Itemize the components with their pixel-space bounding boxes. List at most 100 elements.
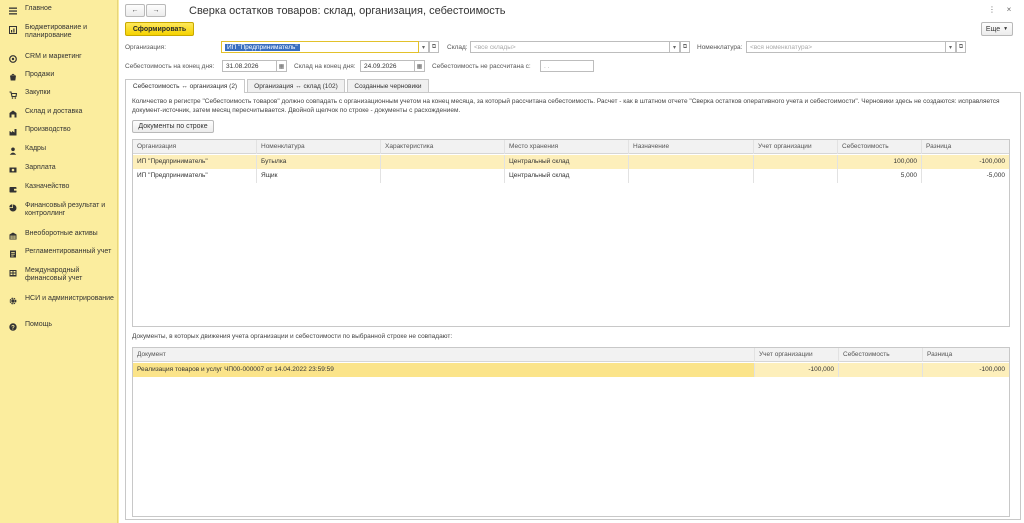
column-header[interactable]: Место хранения (505, 140, 629, 154)
tab-created-drafts[interactable]: Созданные черновики (347, 79, 429, 92)
sidebar-item-label: Регламентированный учет (25, 248, 112, 255)
tab-organization-warehouse[interactable]: Организация ↔ склад (102) (247, 79, 345, 92)
cell-purpose (629, 169, 754, 183)
tab-cost-organization[interactable]: Себестоимость ↔ организация (2) (125, 79, 245, 93)
table-header: Документ Учет организации Себестоимость … (133, 348, 1009, 362)
organization-dropdown-button[interactable]: ▾ (419, 41, 429, 53)
nomenclature-field[interactable]: <вся номенклатура> (746, 41, 946, 53)
warehouse-field[interactable]: <все склады> (470, 41, 670, 53)
sidebar-item-budget[interactable]: Бюджетирование и планирование (0, 24, 118, 40)
production-icon (8, 127, 17, 136)
cost-end-calendar-button[interactable]: ▦ (277, 60, 287, 72)
open-link-icon: ⧉ (682, 43, 688, 50)
sidebar-item-label: Финансовый результат и контроллинг (25, 202, 106, 217)
help-icon: ? (8, 322, 17, 331)
close-icon[interactable]: × (1004, 4, 1014, 14)
sidebar-item-warehouse[interactable]: Склад и доставка (0, 108, 118, 118)
sidebar-item-label: Кадры (25, 145, 46, 152)
nomenclature-dropdown-button[interactable]: ▾ (946, 41, 956, 53)
column-header[interactable]: Себестоимость (839, 348, 923, 362)
accounting-icon (8, 249, 17, 258)
arrow-right-icon: → (152, 7, 160, 14)
sidebar-item-treasury[interactable]: Казначейство (0, 183, 118, 193)
table-header: Организация Номенклатура Характеристика … (133, 140, 1009, 154)
sidebar: Главное Бюджетирование и планирование CR… (0, 0, 118, 523)
finance-icon (8, 203, 17, 212)
sidebar-item-label: Склад и доставка (25, 108, 83, 115)
sidebar-item-finance[interactable]: Финансовый результат и контроллинг (0, 202, 118, 218)
sidebar-item-label: CRM и маркетинг (25, 53, 82, 60)
not-calculated-label: Себестоимость не рассчитана с: (432, 63, 531, 70)
sidebar-item-label: Главное (25, 5, 52, 12)
organization-field[interactable]: ИП "Предприниматель" (221, 41, 419, 53)
column-header[interactable]: Разница (922, 140, 1009, 154)
nomenclature-placeholder: <вся номенклатура> (750, 43, 813, 51)
organization-open-button[interactable]: ⧉ (429, 41, 439, 53)
cost-end-date-value: 31.08.2026 (226, 62, 259, 70)
warehouse-dropdown-button[interactable]: ▾ (670, 41, 680, 53)
not-calculated-value: . . (544, 62, 550, 70)
cell-org-accounting: -100,000 (755, 363, 839, 377)
cell-storage: Центральный склад (505, 169, 629, 183)
more-actions-button[interactable]: Еще ▼ (981, 22, 1013, 36)
sidebar-item-admin[interactable]: НСИ и администрирование (0, 295, 118, 305)
table-row[interactable]: ИП "Предприниматель" Ящик Центральный ск… (133, 169, 1009, 183)
more-icon[interactable]: ⋮ (987, 4, 997, 14)
sidebar-item-crm[interactable]: CRM и маркетинг (0, 53, 118, 63)
cell-organization: ИП "Предприниматель" (133, 169, 257, 183)
sidebar-item-main[interactable]: Главное (0, 5, 118, 15)
sidebar-item-help[interactable]: ? Помощь (0, 321, 118, 331)
sidebar-item-intl-finance[interactable]: Международный финансовый учет (0, 267, 118, 283)
cost-end-date-field[interactable]: 31.08.2026 (222, 60, 277, 72)
cell-cost: 5,000 (838, 169, 922, 183)
documents-by-row-button[interactable]: Документы по строке (132, 120, 214, 133)
sidebar-item-label: Продажи (25, 71, 55, 78)
back-button[interactable]: ← (125, 4, 145, 17)
warehouse-open-button[interactable]: ⧉ (680, 41, 690, 53)
cell-nomenclature: Бутылка (257, 155, 381, 169)
documents-caption: Документы, в которых движения учета орга… (132, 333, 453, 340)
warehouse-end-calendar-button[interactable]: ▦ (415, 60, 425, 72)
sidebar-item-purchases[interactable]: Закупки (0, 89, 118, 99)
nomenclature-open-button[interactable]: ⧉ (956, 41, 966, 53)
sidebar-item-salary[interactable]: Зарплата (0, 164, 118, 174)
not-calculated-field[interactable]: . . (540, 60, 594, 72)
calendar-icon: ▦ (416, 63, 423, 70)
sidebar-item-label: Внеоборотные активы (25, 230, 98, 237)
sidebar-item-accounting[interactable]: Регламентированный учет (0, 248, 118, 258)
cell-org-accounting (754, 169, 838, 183)
column-header[interactable]: Документ (133, 348, 755, 362)
sidebar-item-production[interactable]: Производство (0, 126, 118, 136)
documents-table: Документ Учет организации Себестоимость … (132, 347, 1010, 517)
warehouse-label: Склад: (447, 44, 468, 51)
generate-button[interactable]: Сформировать (125, 22, 194, 36)
cell-document[interactable]: Реализация товаров и услуг ЧП00-000007 о… (133, 363, 755, 377)
forward-button[interactable]: → (146, 4, 166, 17)
column-header[interactable]: Разница (923, 348, 1009, 362)
sidebar-item-hr[interactable]: Кадры (0, 145, 118, 155)
sidebar-item-label: Зарплата (25, 164, 56, 171)
info-text: Количество в регистре "Себестоимость тов… (132, 98, 1000, 114)
sidebar-item-label: Производство (25, 126, 71, 133)
warehouse-end-date-field[interactable]: 24.09.2026 (360, 60, 415, 72)
column-header[interactable]: Назначение (629, 140, 754, 154)
more-actions-label: Еще (985, 25, 1001, 33)
cell-storage: Центральный склад (505, 155, 629, 169)
column-header[interactable]: Учет организации (755, 348, 839, 362)
table-row[interactable]: Реализация товаров и услуг ЧП00-000007 о… (133, 363, 1009, 377)
nomenclature-label: Номенклатура: (697, 44, 743, 51)
column-header[interactable]: Номенклатура (257, 140, 381, 154)
cost-end-date-label: Себестоимость на конец дня: (125, 63, 215, 70)
column-header[interactable]: Организация (133, 140, 257, 154)
column-header[interactable]: Характеристика (381, 140, 505, 154)
chevron-down-icon: ▾ (948, 44, 952, 51)
table-row[interactable]: ИП "Предприниматель" Бутылка Центральный… (133, 155, 1009, 169)
organization-label: Организация: (125, 44, 167, 51)
cell-characteristic (381, 155, 505, 169)
svg-text:?: ? (11, 325, 15, 331)
sidebar-item-label: Международный финансовый учет (25, 267, 83, 282)
sidebar-item-sales[interactable]: Продажи (0, 71, 118, 81)
column-header[interactable]: Учет организации (754, 140, 838, 154)
sidebar-item-assets[interactable]: Внеоборотные активы (0, 230, 118, 240)
column-header[interactable]: Себестоимость (838, 140, 922, 154)
